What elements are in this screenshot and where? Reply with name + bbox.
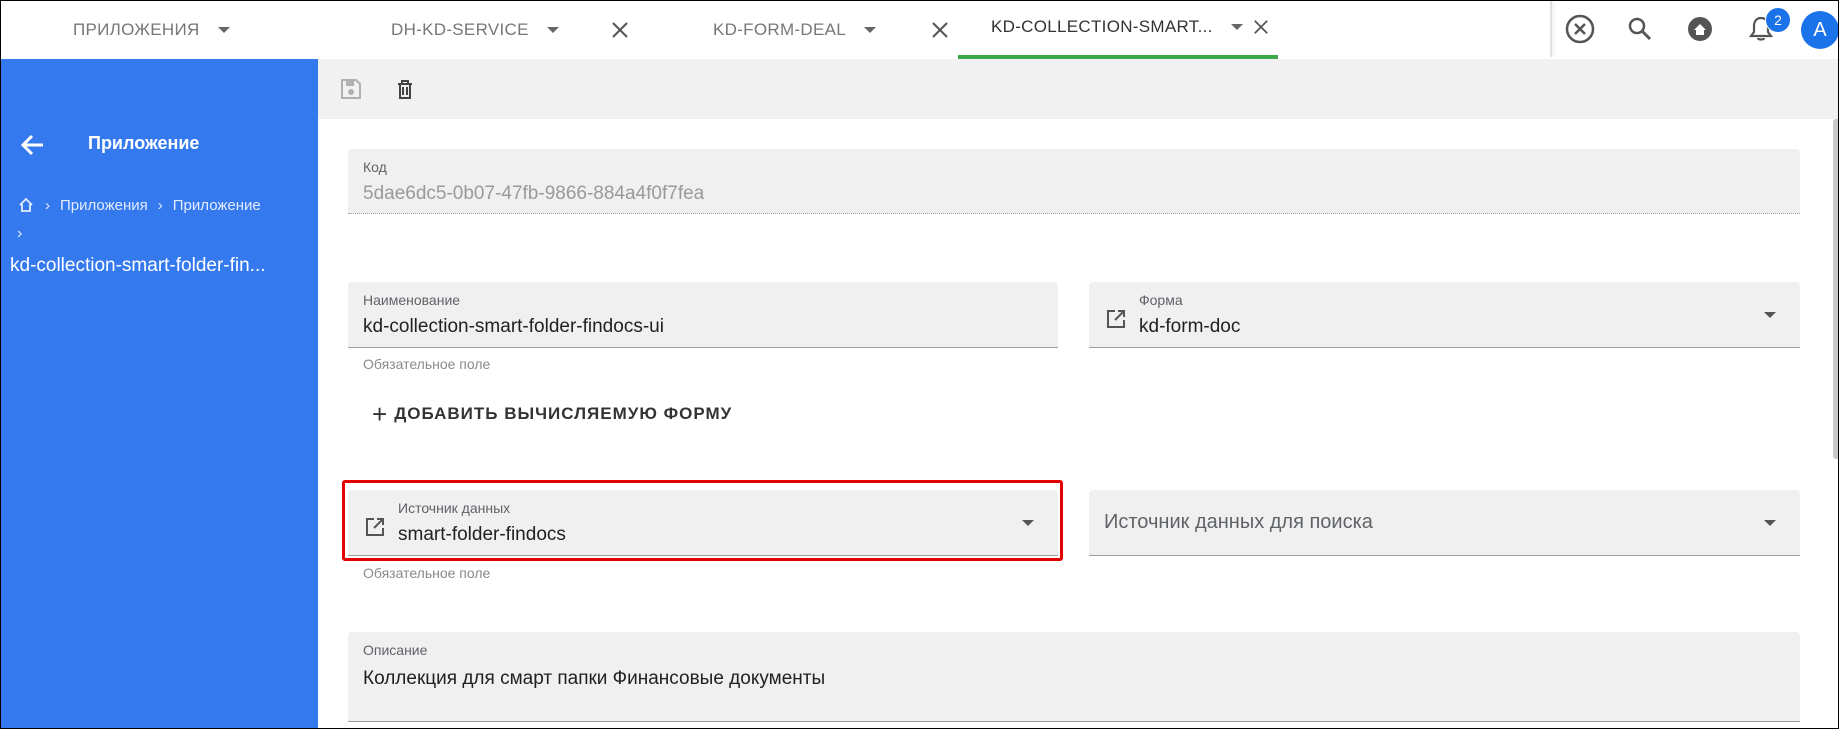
add-computed-form-button[interactable]: + ДОБАВИТЬ ВЫЧИСЛЯЕМУЮ ФОРМУ [372, 401, 732, 427]
code-value: 5dae6dc5-0b07-47fb-9866-884a4f0f7fea [363, 183, 705, 204]
chevron-down-icon[interactable] [217, 26, 230, 33]
chevron-down-icon[interactable] [864, 26, 876, 33]
delete-button[interactable] [390, 74, 420, 104]
tab-close-kd-collection-smart[interactable] [1253, 1, 1283, 53]
chevron-right-icon: › [157, 196, 163, 214]
notification-badge: 2 [1765, 7, 1791, 33]
search-icon [1628, 17, 1652, 41]
breadcrumb-item[interactable]: Приложения [60, 197, 148, 214]
search-button[interactable] [1622, 11, 1658, 47]
chevron-down-icon[interactable] [1230, 24, 1243, 30]
close-icon [932, 21, 948, 38]
tab-label: DH-KD-SERVICE [391, 19, 529, 39]
tab-label: ПРИЛОЖЕНИЯ [73, 19, 200, 39]
name-input[interactable]: kd-collection-smart-folder-findocs-ui [363, 316, 664, 338]
search-data-source-placeholder: Источник данных для поиска [1104, 511, 1373, 533]
toolbar [318, 59, 1838, 119]
form-select-value: kd-form-doc [1139, 316, 1241, 337]
close-icon [1254, 20, 1268, 34]
breadcrumb-current: kd-collection-smart-folder-fin... [10, 255, 266, 276]
avatar[interactable]: A [1801, 11, 1838, 49]
save-icon [341, 79, 361, 99]
tab-kd-collection-smart[interactable]: KD-COLLECTION-SMART... [991, 1, 1243, 53]
close-all-button[interactable] [1562, 11, 1598, 47]
app-window: ПРИЛОЖЕНИЯ DH-KD-SERVICE KD-FORM-DEAL KD… [0, 0, 1839, 729]
open-in-new-icon[interactable] [1105, 308, 1127, 330]
tab-label: KD-FORM-DEAL [713, 19, 846, 39]
scrollbar[interactable] [1833, 119, 1838, 459]
home-icon[interactable] [17, 196, 35, 214]
tab-kd-form-deal[interactable]: KD-FORM-DEAL [713, 1, 876, 58]
tab-dh-kd-service[interactable]: DH-KD-SERVICE [391, 1, 559, 58]
back-button[interactable] [19, 131, 49, 161]
top-bar: ПРИЛОЖЕНИЯ DH-KD-SERVICE KD-FORM-DEAL KD… [1, 1, 1838, 60]
field-label: Форма [1139, 292, 1183, 308]
home-icon [1688, 17, 1712, 41]
chevron-right-icon: › [45, 196, 50, 214]
field-label: Описание [363, 642, 428, 658]
highlight-box [342, 480, 1063, 561]
close-circle-icon [1565, 14, 1595, 44]
name-field[interactable]: Наименование kd-collection-smart-folder-… [348, 282, 1058, 348]
button-label: ДОБАВИТЬ ВЫЧИСЛЯЕМУЮ ФОРМУ [394, 404, 733, 423]
tab-label: KD-COLLECTION-SMART... [991, 17, 1213, 36]
main-content: Код 5dae6dc5-0b07-47fb-9866-884a4f0f7fea… [318, 59, 1838, 728]
name-required-hint: Обязательное поле [363, 356, 491, 372]
data-source-required-hint: Обязательное поле [363, 565, 491, 581]
save-button[interactable] [336, 74, 366, 104]
sidebar-title: Приложение [88, 133, 200, 153]
tab-close-dh-kd-service[interactable] [611, 1, 641, 58]
chevron-down-icon[interactable] [1764, 520, 1776, 526]
home-button[interactable] [1682, 11, 1718, 47]
arrow-left-icon [20, 134, 43, 156]
field-label: Наименование [363, 292, 461, 308]
code-field: Код 5dae6dc5-0b07-47fb-9866-884a4f0f7fea [348, 149, 1800, 214]
tab-close-kd-form-deal[interactable] [931, 1, 961, 58]
search-data-source-select[interactable]: Источник данных для поиска [1089, 490, 1800, 556]
chevron-right-icon: › [17, 225, 23, 242]
field-label: Код [363, 159, 387, 175]
delete-icon [398, 80, 412, 99]
tab-applications[interactable]: ПРИЛОЖЕНИЯ [73, 1, 230, 58]
sidebar: Приложение › Приложения › Приложение › k… [1, 59, 318, 728]
breadcrumb: › Приложения › Приложение [17, 196, 261, 214]
plus-icon: + [372, 399, 389, 429]
close-icon [612, 21, 628, 38]
breadcrumb-item[interactable]: Приложение [173, 197, 261, 214]
description-input[interactable]: Коллекция для смарт папки Финансовые док… [363, 668, 825, 690]
divider [1550, 1, 1552, 57]
chevron-down-icon[interactable] [546, 26, 559, 33]
description-field[interactable]: Описание Коллекция для смарт папки Финан… [348, 632, 1800, 722]
chevron-down-icon[interactable] [1764, 312, 1776, 318]
form-select[interactable]: Форма kd-form-doc [1089, 282, 1800, 348]
